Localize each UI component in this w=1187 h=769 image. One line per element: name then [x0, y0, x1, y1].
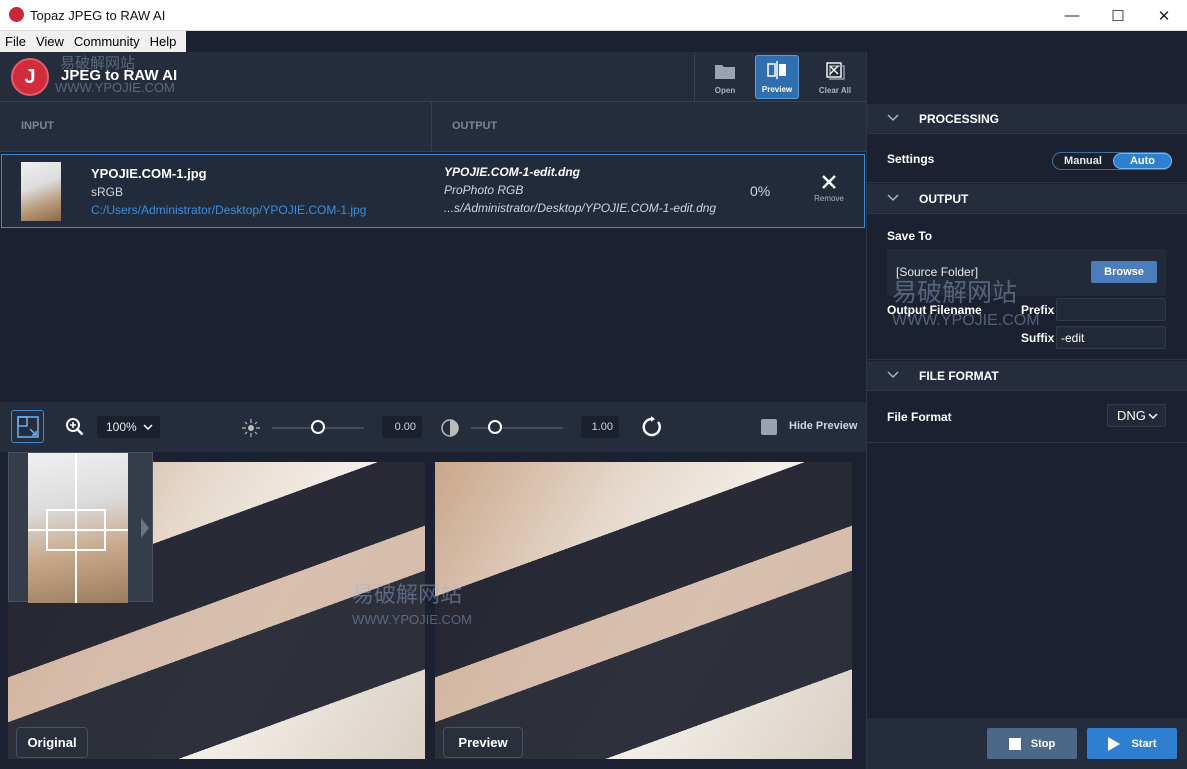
zoom-icon[interactable]	[65, 417, 85, 437]
open-button[interactable]: Open	[703, 55, 747, 99]
contrast-value[interactable]: 1.00	[581, 416, 619, 438]
app-window-icon	[9, 7, 24, 22]
suffix-label: Suffix	[1021, 331, 1055, 345]
prefix-label: Prefix	[1021, 303, 1055, 317]
input-column-header: INPUT	[21, 120, 54, 132]
settings-label: Settings	[887, 152, 935, 166]
file-thumbnail	[21, 162, 61, 221]
preview-button[interactable]: Preview	[755, 55, 799, 99]
navigator-crosshair-v	[75, 453, 77, 603]
close-x-icon	[822, 175, 836, 189]
navigator-toggle-button[interactable]	[11, 410, 44, 443]
browse-button[interactable]: Browse	[1091, 261, 1157, 283]
watermark-text-cn: 易破解网站	[60, 55, 136, 72]
preview-label: Preview	[443, 727, 523, 758]
settings-panel: PROCESSING Settings Manual Auto OUTPUT S…	[866, 52, 1187, 769]
menu-file[interactable]: File	[0, 34, 31, 49]
exposure-value[interactable]: 0.00	[382, 416, 422, 438]
menu-bar: File View Community Help	[0, 31, 186, 52]
preview-watermark-cn: 易破解网站	[352, 582, 463, 607]
watermark-text-en: WWW.YPOJIE.COM	[55, 80, 175, 95]
navigator-collapse-icon[interactable]	[141, 518, 149, 538]
output-column-header: OUTPUT	[452, 120, 498, 132]
chevron-down-icon	[887, 114, 899, 122]
preview-watermark-en: WWW.YPOJIE.COM	[352, 612, 472, 627]
progress-percent: 0%	[750, 183, 771, 199]
manual-option[interactable]: Manual	[1053, 153, 1113, 169]
viewer-toolbar: 100% 0.00 1.00 Hide Preview	[0, 402, 866, 452]
menu-help[interactable]: Help	[145, 34, 182, 49]
processing-section-header[interactable]: PROCESSING	[867, 104, 1187, 134]
chevron-down-icon	[143, 424, 153, 430]
menu-community[interactable]: Community	[69, 34, 145, 49]
input-colorspace: sRGB	[91, 185, 124, 199]
file-list-header: INPUT OUTPUT	[0, 102, 866, 152]
stop-button[interactable]: Stop	[987, 728, 1077, 759]
file-list-row[interactable]: YPOJIE.COM-1.jpg sRGB C:/Users/Administr…	[1, 154, 865, 228]
output-section-header[interactable]: OUTPUT	[867, 184, 1187, 214]
chevron-down-icon	[887, 194, 899, 202]
maximize-button[interactable]: ☐	[1095, 0, 1141, 31]
output-colorspace: ProPhoto RGB	[444, 183, 524, 197]
window-titlebar: Topaz JPEG to RAW AI — ☐ ✕	[0, 0, 1187, 31]
hide-preview-label[interactable]: Hide Preview	[789, 420, 857, 432]
exposure-slider-knob[interactable]	[311, 420, 325, 434]
chevron-down-icon	[1148, 413, 1158, 419]
window-title: Topaz JPEG to RAW AI	[30, 8, 166, 23]
menu-view[interactable]: View	[31, 34, 69, 49]
contrast-icon	[441, 419, 459, 437]
file-list-empty-area	[0, 230, 866, 402]
mode-toggle[interactable]: Manual Auto	[1052, 152, 1172, 170]
output-path: ...s/Administrator/Desktop/YPOJIE.COM-1-…	[444, 201, 717, 215]
input-filename: YPOJIE.COM-1.jpg	[91, 166, 207, 181]
file-format-select[interactable]: DNG	[1107, 404, 1166, 427]
play-icon	[1108, 736, 1121, 751]
preview-image[interactable]	[435, 462, 852, 759]
minimize-button[interactable]: —	[1049, 0, 1095, 31]
folder-icon	[715, 65, 735, 79]
contrast-slider-track[interactable]	[471, 427, 563, 429]
suffix-input[interactable]: -edit	[1056, 326, 1166, 349]
contrast-slider-knob[interactable]	[488, 420, 502, 434]
action-bar: Stop Start	[867, 718, 1187, 769]
navigator-icon	[16, 415, 39, 438]
app-header: J JPEG to RAW AI 易破解网站 WWW.YPOJIE.COM Op…	[0, 52, 866, 102]
chevron-down-icon	[887, 371, 899, 379]
auto-option[interactable]: Auto	[1113, 153, 1172, 169]
close-window-button[interactable]: ✕	[1141, 0, 1187, 31]
output-filename-label: Output Filename	[887, 303, 982, 317]
hide-preview-checkbox[interactable]	[761, 419, 777, 435]
original-label: Original	[16, 727, 88, 758]
navigator-crosshair-h	[28, 529, 128, 531]
split-view-icon	[767, 61, 786, 79]
navigator-panel[interactable]	[8, 452, 153, 603]
clear-all-icon	[826, 62, 845, 80]
output-filename: YPOJIE.COM-1-edit.dng	[444, 165, 581, 179]
exposure-sun-icon	[242, 419, 260, 437]
input-path-link[interactable]: C:/Users/Administrator/Desktop/YPOJIE.CO…	[91, 203, 366, 217]
prefix-input[interactable]	[1056, 298, 1166, 321]
file-format-label: File Format	[887, 410, 952, 424]
stop-icon	[1008, 737, 1021, 750]
topaz-logo-icon: J	[11, 58, 49, 96]
file-format-section-header[interactable]: FILE FORMAT	[867, 361, 1187, 391]
reset-icon[interactable]	[641, 416, 663, 438]
remove-button[interactable]: Remove	[807, 173, 851, 213]
zoom-select[interactable]: 100%	[97, 416, 160, 438]
clear-all-button[interactable]: Clear All	[813, 55, 857, 99]
save-to-label: Save To	[887, 229, 933, 243]
start-button[interactable]: Start	[1087, 728, 1177, 759]
